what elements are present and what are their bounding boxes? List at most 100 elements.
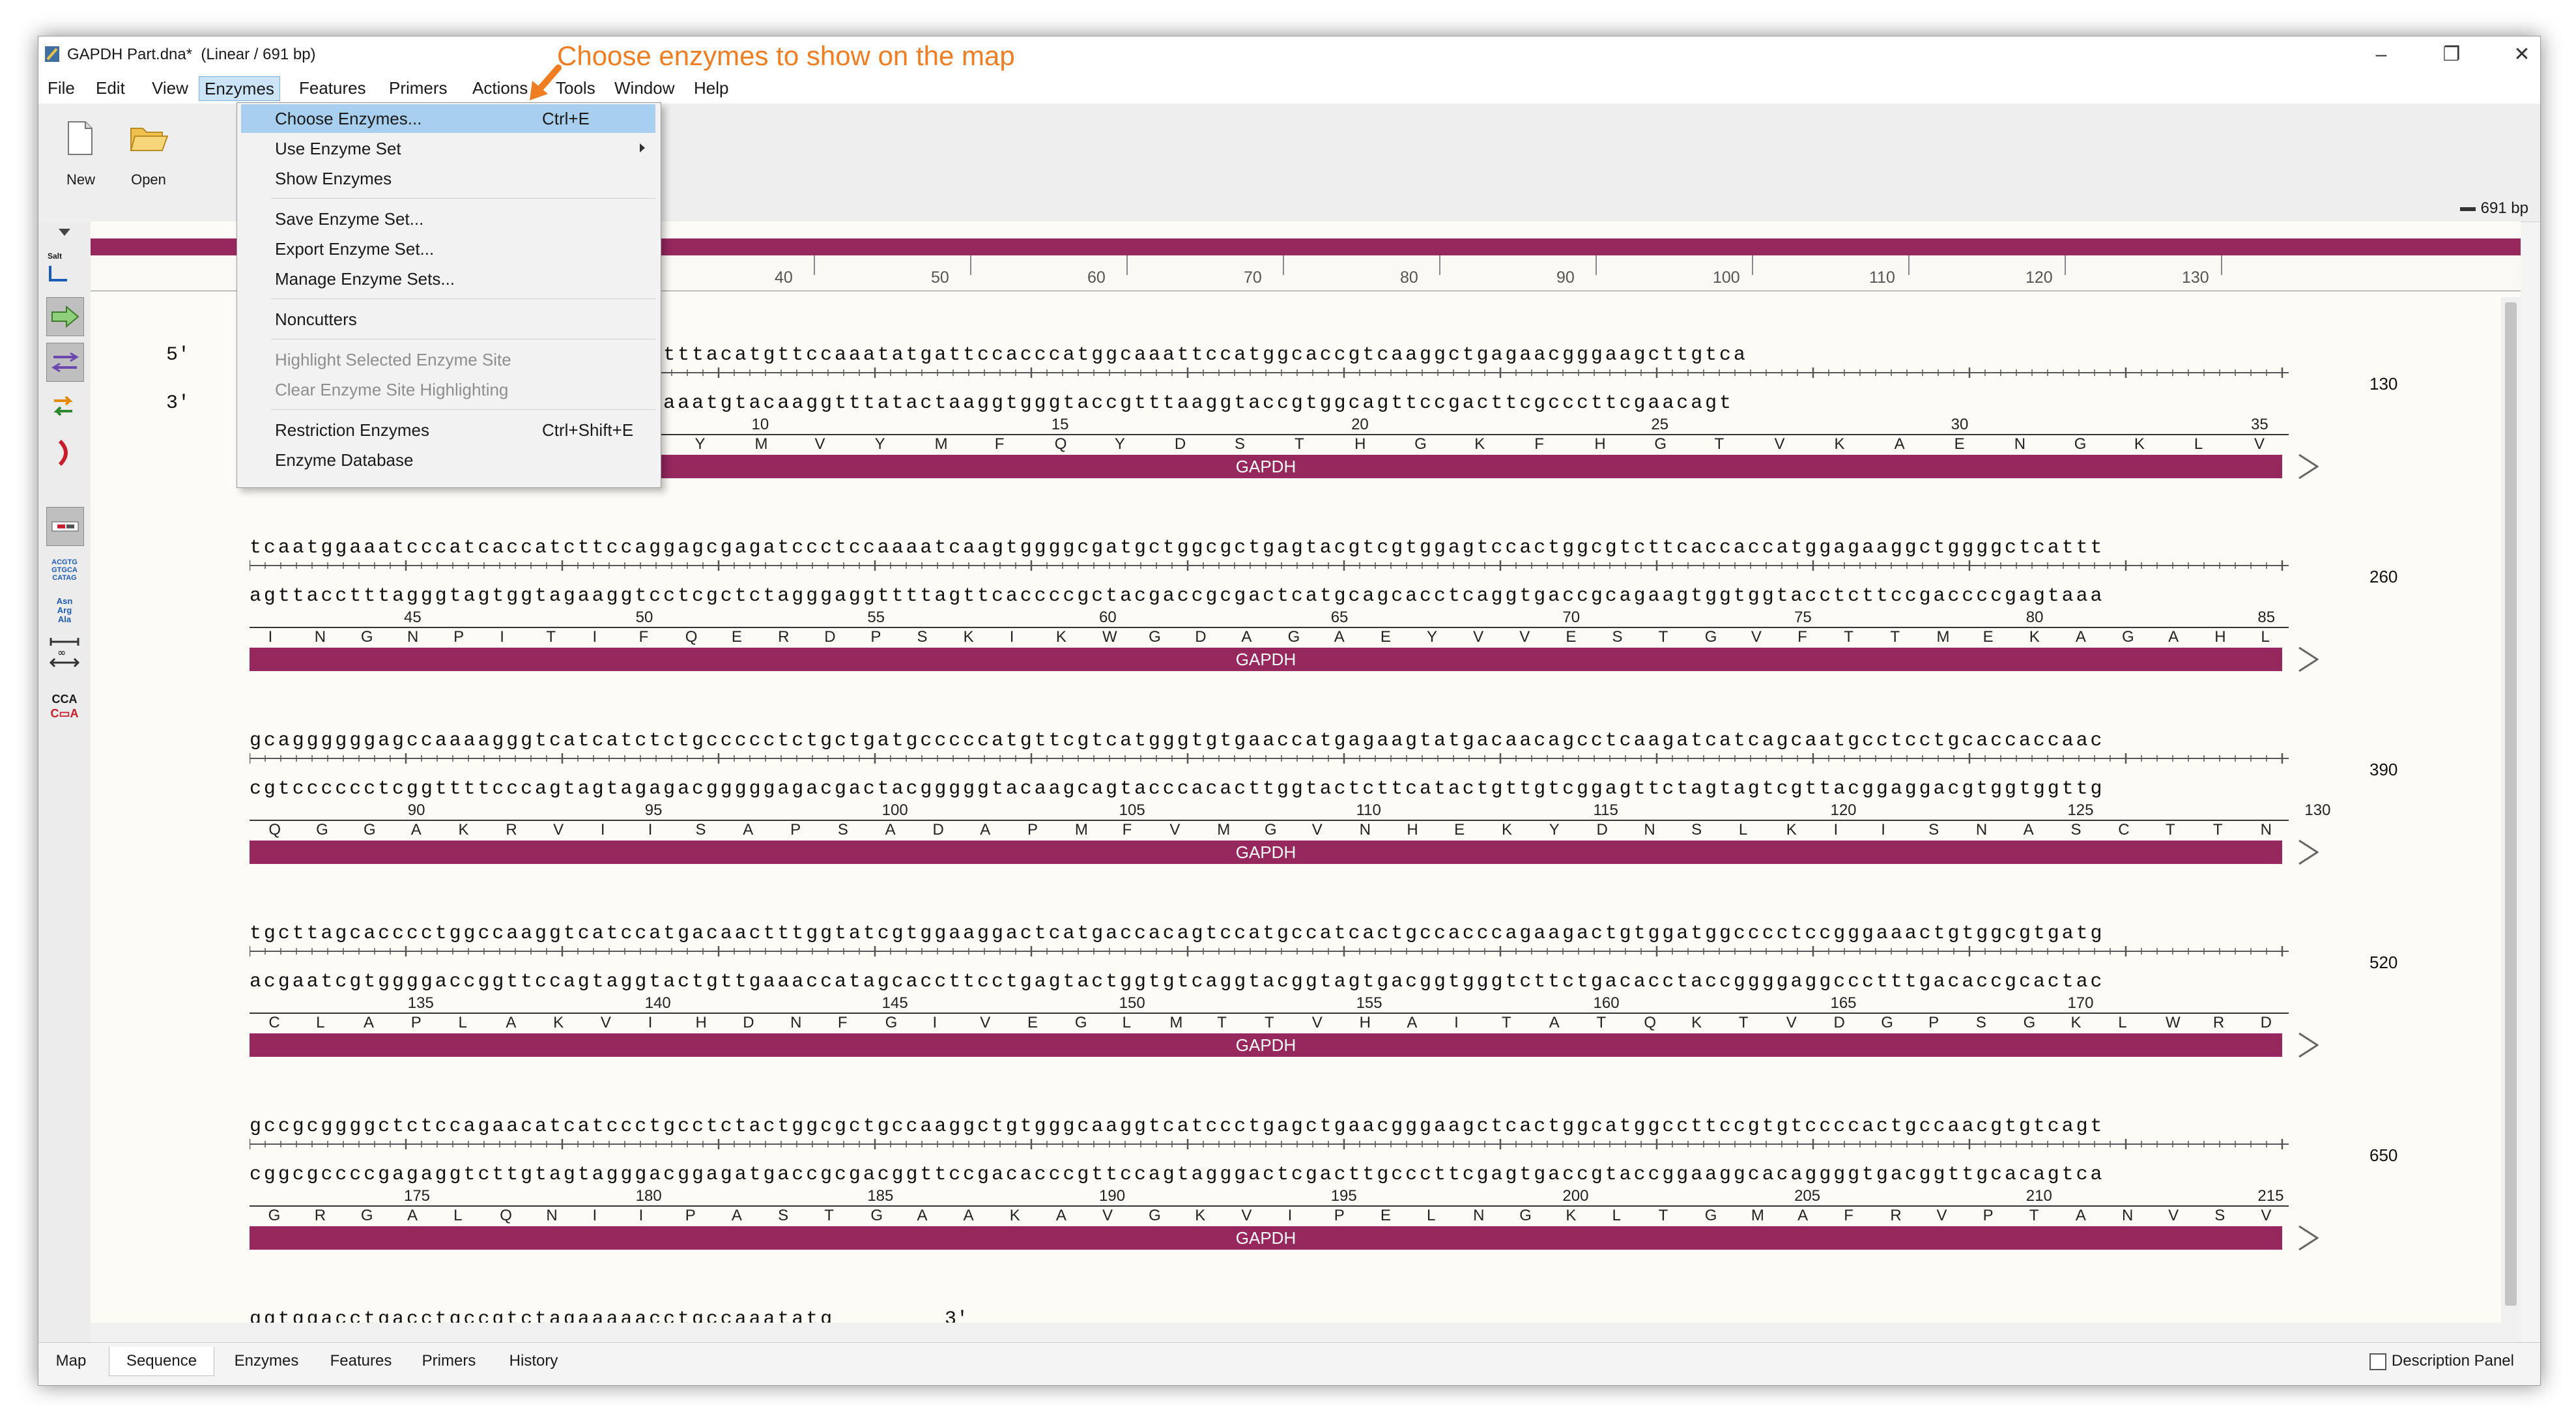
show-features-button[interactable]: [46, 343, 84, 382]
menu-item-show-enzymes[interactable]: Show Enzymes: [241, 164, 655, 193]
amino-acid: H: [1354, 435, 1366, 453]
amino-acid: A: [1241, 628, 1252, 646]
gapdh-feature-bar[interactable]: GAPDH: [250, 648, 2282, 671]
tab-features[interactable]: Features: [319, 1347, 403, 1375]
amino-acid: I: [638, 1207, 644, 1224]
ruler-number: 120: [2025, 268, 2053, 287]
tab-enzymes[interactable]: Enzymes: [221, 1347, 312, 1375]
description-panel-toggle[interactable]: Description Panel: [2369, 1352, 2514, 1370]
show-enzymes-button[interactable]: [46, 507, 84, 546]
row-end-position: 390: [2369, 760, 2398, 779]
show-amino-acids-button[interactable]: Asn Arg Ala: [46, 594, 83, 627]
amino-acid: M: [754, 435, 768, 453]
bottom-strand-sequence[interactable]: cgtcccccctcggttttcccagtagtagagacgggggaga…: [250, 778, 2289, 800]
menu-bar: File Edit View Enzymes Features Primers …: [38, 72, 2540, 104]
amino-acid-number: 75: [1794, 609, 1812, 626]
left-tool-sidebar: Salt ACGTG GTGCA CATAG Asn Arg Ala ∞ CCA…: [38, 222, 91, 1342]
menu-help[interactable]: Help: [689, 76, 734, 100]
show-ruler-button[interactable]: ∞: [46, 635, 83, 671]
amino-acid: T: [824, 1207, 834, 1224]
green-arrow-icon: [51, 306, 79, 328]
amino-acid: R: [1890, 1207, 1902, 1224]
amino-acid: T: [1501, 1014, 1511, 1031]
callout-annotation: Choose enzymes to show on the map: [557, 40, 1015, 71]
sidebar-collapse-button[interactable]: [46, 224, 83, 240]
amino-acid: A: [980, 821, 991, 839]
menu-item-save-enzyme-set[interactable]: Save Enzyme Set...: [241, 205, 655, 233]
close-button[interactable]: ✕: [2504, 42, 2540, 68]
top-strand-sequence[interactable]: gccgcggggctctccagaacatcatccctgcctctactgg…: [250, 1115, 2289, 1138]
menu-actions[interactable]: Actions: [467, 76, 533, 100]
tab-history[interactable]: History: [494, 1347, 573, 1375]
menu-window[interactable]: Window: [609, 76, 680, 100]
vertical-scrollbar[interactable]: [2501, 297, 2521, 1342]
tab-map[interactable]: Map: [45, 1347, 97, 1375]
horizontal-scrollbar[interactable]: [91, 1323, 2501, 1342]
amino-acid-number: 20: [1351, 416, 1369, 433]
menu-file[interactable]: File: [42, 76, 80, 100]
amino-acid: C: [268, 1014, 280, 1031]
top-strand-sequence[interactable]: tgcttagcacccctggccaaggtcatccatgacaactttg…: [250, 923, 2289, 945]
vertical-scroll-thumb[interactable]: [2505, 302, 2517, 1306]
show-sequence-button[interactable]: ACGTG GTGCA CATAG: [46, 554, 83, 586]
gapdh-feature-bar[interactable]: GAPDH: [250, 1226, 2282, 1250]
tab-sequence[interactable]: Sequence: [109, 1347, 214, 1376]
menu-item-export-enzyme-set[interactable]: Export Enzyme Set...: [241, 235, 655, 263]
amino-acid: Y: [694, 435, 706, 453]
bottom-strand-sequence[interactable]: agttacctttagggtagtggtagaaggtcctcgctctagg…: [250, 585, 2289, 607]
amino-acid: H: [1407, 821, 1418, 839]
backbone-ticks: [250, 1139, 2283, 1149]
top-strand-sequence[interactable]: gcaggggggagccaaaagggtcatcatctctgccccctct…: [250, 730, 2289, 752]
menu-item-manage-enzyme-sets[interactable]: Manage Enzyme Sets...: [241, 265, 655, 293]
amino-acid: P: [1928, 1014, 1939, 1031]
amino-acid: I: [592, 628, 597, 646]
amino-acid: G: [1881, 1014, 1893, 1031]
amino-acid: T: [1658, 628, 1668, 646]
amino-acid: N: [2014, 435, 2026, 453]
menu-item-choose-enzymes[interactable]: Choose Enzymes... Ctrl+E: [241, 104, 655, 133]
amino-acid: A: [2075, 628, 2086, 646]
show-codons-button[interactable]: CCA C▭A: [46, 685, 83, 727]
bottom-strand-sequence[interactable]: acgaatcgtggggaccggttccagtaggtactgttgaaac…: [250, 971, 2289, 993]
amino-acid: T: [1217, 1014, 1227, 1031]
amino-acid: A: [506, 1014, 517, 1031]
menu-primers[interactable]: Primers: [384, 76, 453, 100]
sequence-length: 691 bp: [2459, 199, 2528, 218]
amino-acid: S: [1928, 821, 1939, 839]
amino-acid: F: [994, 435, 1005, 453]
bottom-strand-sequence[interactable]: cggcgccccgagaggtcttgtagtagggacggagatgacc…: [250, 1164, 2289, 1186]
salt-options-button[interactable]: Salt: [46, 250, 83, 288]
description-panel-checkbox[interactable]: [2369, 1353, 2386, 1370]
tab-primers[interactable]: Primers: [410, 1347, 488, 1375]
menu-item-restriction-enzymes[interactable]: Restriction Enzymes Ctrl+Shift+E: [241, 416, 655, 444]
menu-edit[interactable]: Edit: [91, 76, 130, 100]
amino-acid: V: [1774, 435, 1785, 453]
menu-separator: [271, 198, 655, 199]
top-strand-sequence[interactable]: tcaatggaaatcccatcaccatcttccaggagcgagatcc…: [250, 537, 2289, 559]
amino-acid: K: [1786, 821, 1797, 839]
restore-button[interactable]: ❐: [2433, 42, 2470, 68]
circular-view-button[interactable]: [46, 434, 83, 472]
show-translation-button[interactable]: [46, 297, 84, 336]
amino-acid: P: [1334, 1207, 1345, 1224]
primer-direction-button[interactable]: [46, 387, 83, 425]
minimize-button[interactable]: –: [2363, 42, 2399, 68]
gapdh-feature-bar[interactable]: GAPDH: [250, 1033, 2282, 1057]
ruler-tick: [1908, 255, 1910, 275]
menu-item-use-enzyme-set[interactable]: Use Enzyme Set: [241, 134, 655, 163]
amino-acid: S: [1691, 821, 1702, 839]
gapdh-feature-bar[interactable]: GAPDH: [250, 841, 2282, 864]
amino-acid: A: [1894, 435, 1905, 453]
menu-enzymes[interactable]: Enzymes: [199, 76, 280, 101]
open-button[interactable]: Open: [119, 117, 178, 188]
menu-item-enzyme-database[interactable]: Enzyme Database: [241, 446, 655, 474]
amino-acid: V: [1751, 628, 1762, 646]
amino-acid: M: [934, 435, 948, 453]
menu-view[interactable]: View: [147, 76, 193, 100]
new-button[interactable]: New: [51, 117, 110, 188]
amino-acid: G: [268, 1207, 281, 1224]
amino-acid: M: [1217, 821, 1231, 839]
amino-acid-number: 35: [2250, 416, 2268, 433]
menu-features[interactable]: Features: [294, 76, 371, 100]
menu-item-noncutters[interactable]: Noncutters: [241, 305, 655, 334]
